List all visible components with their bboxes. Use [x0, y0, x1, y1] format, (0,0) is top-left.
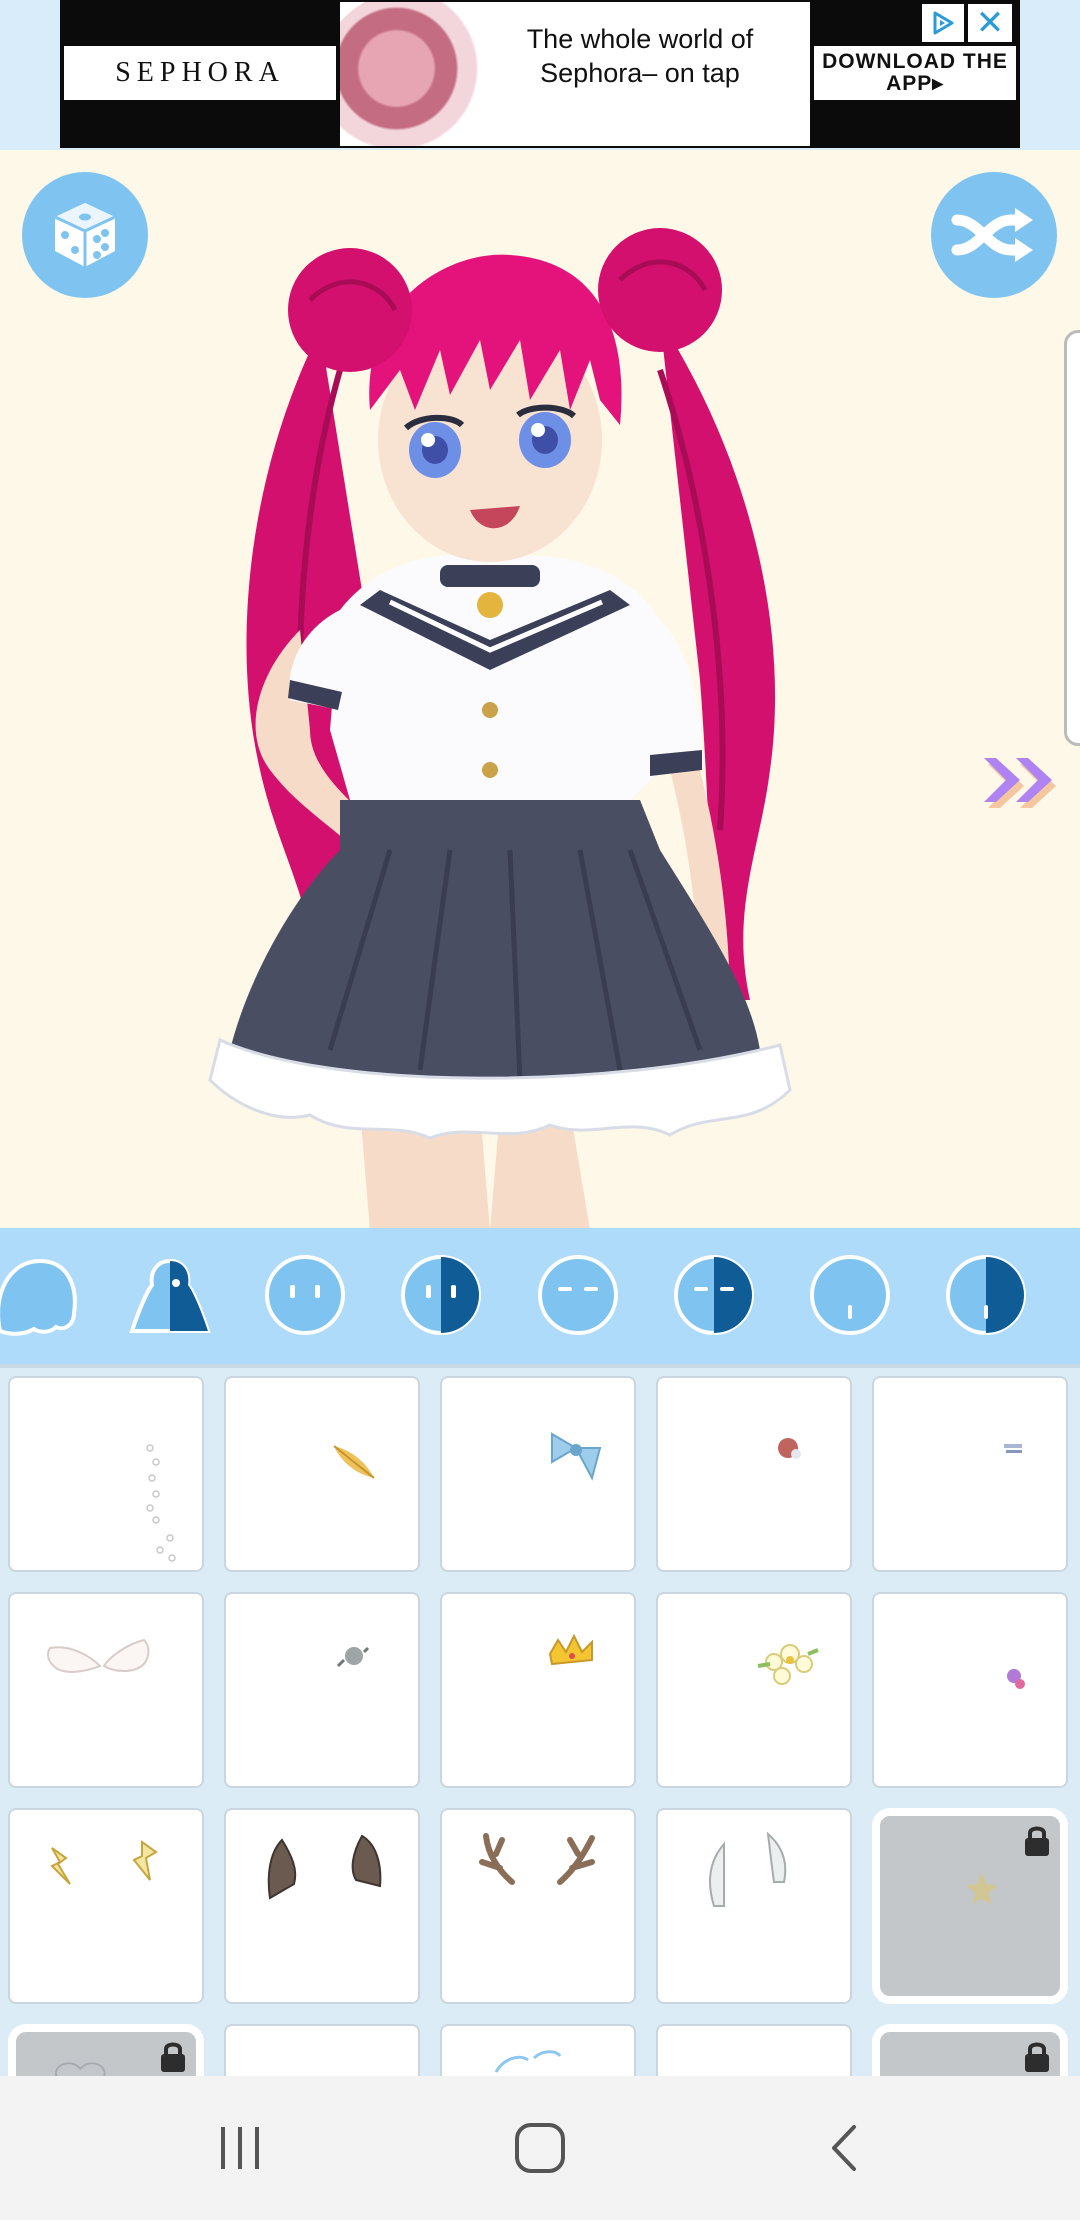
accessory-item[interactable]: [8, 1808, 204, 2004]
lock-icon: [1025, 1826, 1049, 1856]
double-chevron-right-icon[interactable]: [976, 748, 1066, 817]
system-nav-bar: [0, 2076, 1080, 2220]
category-tabs: [0, 1228, 1080, 1364]
accessory-item[interactable]: [656, 1376, 852, 1572]
side-panel-handle[interactable]: [1064, 330, 1080, 746]
horns-icon: [708, 1831, 787, 1907]
eyes-icon[interactable]: [263, 1253, 347, 1337]
ad-choices-icon[interactable]: [922, 4, 964, 42]
pink-bead-clip-icon: [1007, 1669, 1025, 1689]
ad-area: SEPHORA The whole world of Sephora– on t…: [0, 0, 1080, 150]
white-wings-icon: [47, 1638, 150, 1673]
dice-icon: [54, 203, 116, 267]
flower-crown-icon: [757, 1644, 819, 1685]
accessory-item[interactable]: [224, 2024, 420, 2076]
hair-front-icon[interactable]: [0, 1253, 78, 1337]
lightning-clips-icon: [50, 1840, 158, 1885]
eyes-half-icon[interactable]: [399, 1253, 483, 1337]
lock-icon: [1025, 2042, 1049, 2072]
random-dice-button[interactable]: [22, 172, 148, 298]
character-stage: [0, 150, 1080, 1228]
hair-back-icon[interactable]: [128, 1253, 212, 1337]
accessory-item[interactable]: [872, 1376, 1068, 1572]
accessory-item[interactable]: [224, 1376, 420, 1572]
ad-cta[interactable]: DOWNLOAD THE APP▸: [814, 46, 1016, 100]
home-icon: [515, 2123, 565, 2173]
accessory-item[interactable]: [872, 1592, 1068, 1788]
brows-half-icon[interactable]: [672, 1253, 756, 1337]
lock-icon: [161, 2042, 185, 2072]
sailor-shirt: [330, 555, 690, 800]
mouth-icon[interactable]: [808, 1253, 892, 1337]
accessory-item-locked[interactable]: [872, 1808, 1068, 2004]
empty-slot-icon: [658, 2029, 668, 2039]
accessory-item[interactable]: [440, 1592, 636, 1788]
accessory-item[interactable]: [224, 1592, 420, 1788]
accessory-item[interactable]: [8, 1592, 204, 1788]
accessory-item[interactable]: [224, 1808, 420, 2004]
blue-bow-icon: [551, 1432, 602, 1481]
accessory-item-locked[interactable]: [8, 2024, 204, 2076]
accessory-item[interactable]: [440, 2024, 636, 2076]
recents-icon: [221, 2127, 259, 2169]
blue-wings-icon: [494, 2050, 562, 2073]
ad-brand[interactable]: SEPHORA: [64, 46, 336, 100]
hair-pearls-icon: [146, 1444, 176, 1562]
accessory-item[interactable]: [440, 1376, 636, 1572]
empty-slot-icon: [226, 2029, 236, 2039]
cat-ears-icon: [267, 1834, 382, 1900]
shuffle-button[interactable]: [931, 172, 1057, 298]
red-flower-clip-icon: [778, 1438, 801, 1459]
back-icon: [832, 2125, 856, 2171]
accessory-item[interactable]: [656, 1808, 852, 2004]
antlers-icon: [479, 1833, 595, 1885]
brows-icon[interactable]: [536, 1253, 620, 1337]
bead-clip-icon: [880, 2035, 890, 2045]
hair-pin-icon: [1004, 1444, 1022, 1453]
character-avatar[interactable]: [190, 210, 850, 1228]
accessory-item[interactable]: [656, 1592, 852, 1788]
accessory-item[interactable]: [8, 1376, 204, 1572]
gold-crown-icon: [548, 1633, 593, 1666]
silver-rose-icon: [336, 1646, 370, 1668]
accessory-item-locked[interactable]: [872, 2024, 1068, 2076]
ad-close-button[interactable]: ✕: [968, 4, 1012, 42]
ad-creative[interactable]: The whole world of Sephora– on tap: [340, 2, 810, 146]
ad-banner[interactable]: SEPHORA The whole world of Sephora– on t…: [60, 0, 1020, 148]
shuffle-icon: [951, 208, 1033, 262]
mouth-half-icon[interactable]: [944, 1253, 1028, 1337]
ad-headline: The whole world of Sephora– on tap: [526, 24, 754, 88]
accessory-item[interactable]: [440, 1808, 636, 2004]
back-button[interactable]: [804, 2116, 884, 2180]
accessory-item[interactable]: [656, 2024, 852, 2076]
golden-leaf-clip-icon: [333, 1445, 375, 1479]
accessory-grid: [0, 1368, 1080, 2076]
blush-powder-image: [340, 2, 490, 146]
recents-button[interactable]: [200, 2116, 280, 2180]
home-button[interactable]: [500, 2116, 580, 2180]
